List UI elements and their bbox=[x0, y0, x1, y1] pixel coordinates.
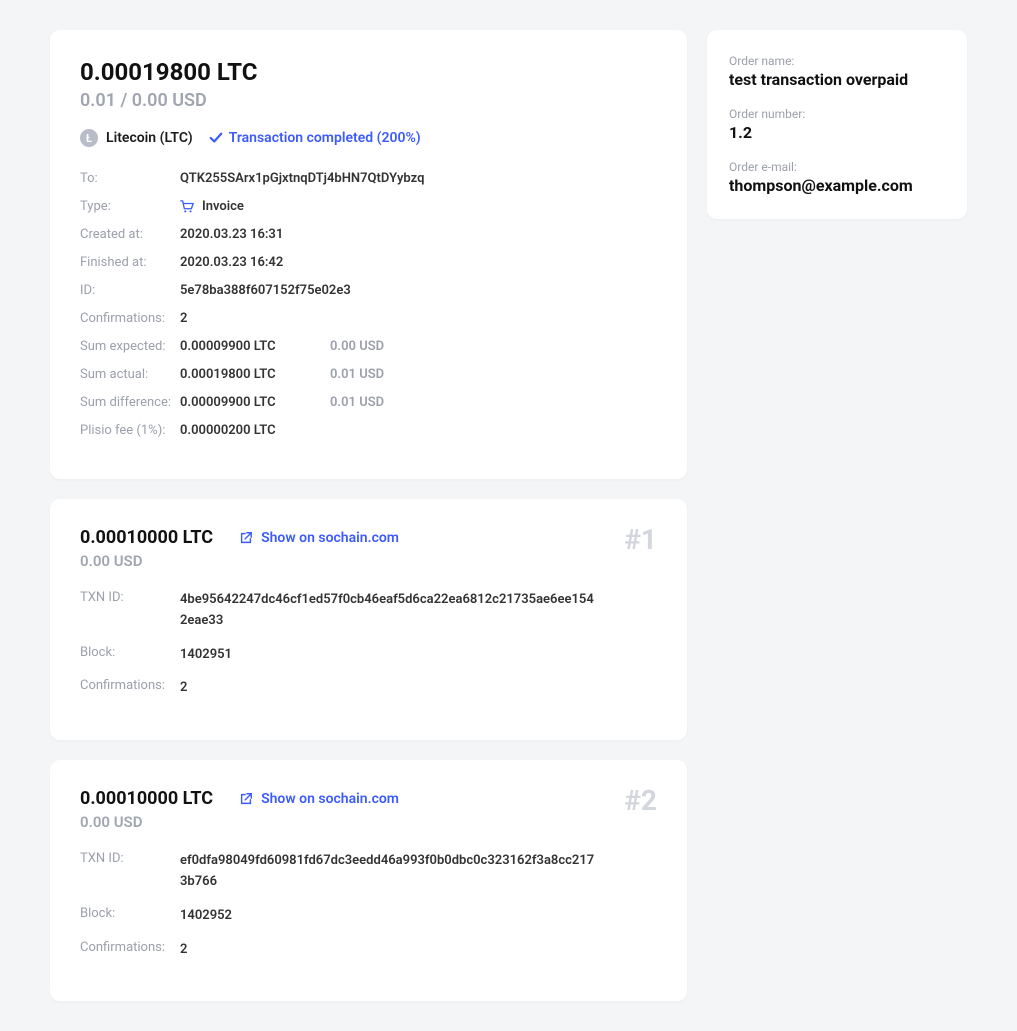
detail-row-confirmations: Confirmations: 2 bbox=[80, 311, 657, 326]
block-value: 1402951 bbox=[180, 645, 232, 666]
order-number-label: Order number: bbox=[729, 107, 945, 121]
type-value: Invoice bbox=[180, 199, 244, 214]
block-label: Block: bbox=[80, 906, 180, 921]
tx-amount: 0.00010000 LTC bbox=[80, 527, 213, 548]
sum-diff-label: Sum difference: bbox=[80, 395, 180, 410]
tx-detail-row-confirmations: Confirmations: 2 bbox=[80, 940, 657, 961]
sum-actual-ltc: 0.00019800 LTC bbox=[180, 367, 300, 382]
order-email-item: Order e-mail: thompson@example.com bbox=[729, 160, 945, 195]
tx-detail-row-confirmations: Confirmations: 2 bbox=[80, 678, 657, 699]
tx-number: #1 bbox=[624, 523, 657, 556]
litecoin-icon: Ł bbox=[80, 129, 98, 147]
tx-amount: 0.00010000 LTC bbox=[80, 788, 213, 809]
confirmations-value: 2 bbox=[180, 311, 187, 326]
block-label: Block: bbox=[80, 645, 180, 660]
order-name-label: Order name: bbox=[729, 54, 945, 68]
detail-row-sum-diff: Sum difference: 0.00009900 LTC 0.01 USD bbox=[80, 395, 657, 410]
order-email-value: thompson@example.com bbox=[729, 176, 945, 195]
sum-actual-usd: 0.01 USD bbox=[330, 367, 384, 382]
id-label: ID: bbox=[80, 283, 180, 298]
tx-usd: 0.00 USD bbox=[80, 552, 657, 570]
coin-info: Ł Litecoin (LTC) bbox=[80, 129, 193, 147]
order-email-label: Order e-mail: bbox=[729, 160, 945, 174]
coin-glyph: Ł bbox=[86, 132, 92, 145]
tx-confirmations-label: Confirmations: bbox=[80, 678, 180, 693]
status-text: Transaction completed (200%) bbox=[229, 130, 421, 146]
txn-id-label: TXN ID: bbox=[80, 590, 180, 605]
detail-row-id: ID: 5e78ba388f607152f75e02e3 bbox=[80, 283, 657, 298]
order-info-card: Order name: test transaction overpaid Or… bbox=[707, 30, 967, 219]
detail-row-fee: Plisio fee (1%): 0.00000200 LTC bbox=[80, 423, 657, 438]
sum-expected-label: Sum expected: bbox=[80, 339, 180, 354]
transaction-status: Transaction completed (200%) bbox=[209, 130, 421, 146]
tx-detail-row-txnid: TXN ID: ef0dfa98049fd60981fd67dc3eedd46a… bbox=[80, 851, 657, 893]
sum-diff-ltc: 0.00009900 LTC bbox=[180, 395, 300, 410]
tx-detail-row-block: Block: 1402952 bbox=[80, 906, 657, 927]
sum-diff-usd: 0.01 USD bbox=[330, 395, 384, 410]
finished-value: 2020.03.23 16:42 bbox=[180, 255, 283, 270]
detail-row-finished: Finished at: 2020.03.23 16:42 bbox=[80, 255, 657, 270]
order-name-item: Order name: test transaction overpaid bbox=[729, 54, 945, 89]
id-value: 5e78ba388f607152f75e02e3 bbox=[180, 283, 351, 298]
coin-name: Litecoin (LTC) bbox=[106, 130, 193, 146]
tx-detail-row-block: Block: 1402951 bbox=[80, 645, 657, 666]
txn-id-value: 4be95642247dc46cf1ed57f0cb46eaf5d6ca22ea… bbox=[180, 590, 600, 632]
order-number-value: 1.2 bbox=[729, 123, 945, 142]
type-text: Invoice bbox=[202, 199, 244, 214]
detail-row-created: Created at: 2020.03.23 16:31 bbox=[80, 227, 657, 242]
tx-detail-row-txnid: TXN ID: 4be95642247dc46cf1ed57f0cb46eaf5… bbox=[80, 590, 657, 632]
tx-usd: 0.00 USD bbox=[80, 813, 657, 831]
tx-number: #2 bbox=[624, 784, 657, 817]
transaction-card-2: #2 0.00010000 LTC Show on sochain.com 0.… bbox=[50, 760, 687, 1001]
tx-confirmations-label: Confirmations: bbox=[80, 940, 180, 955]
fee-label: Plisio fee (1%): bbox=[80, 423, 180, 438]
order-number-item: Order number: 1.2 bbox=[729, 107, 945, 142]
cart-icon bbox=[180, 200, 194, 214]
detail-row-sum-actual: Sum actual: 0.00019800 LTC 0.01 USD bbox=[80, 367, 657, 382]
detail-row-to: To: QTK255SArx1pGjxtnqDTj4bHN7QtDYybzq bbox=[80, 171, 657, 186]
detail-row-type: Type: Invoice bbox=[80, 199, 657, 214]
checkmark-icon bbox=[209, 131, 223, 145]
created-value: 2020.03.23 16:31 bbox=[180, 227, 283, 242]
external-link-icon bbox=[239, 531, 253, 545]
to-value: QTK255SArx1pGjxtnqDTj4bHN7QtDYybzq bbox=[180, 171, 424, 186]
transaction-card-1: #1 0.00010000 LTC Show on sochain.com 0.… bbox=[50, 499, 687, 740]
block-value: 1402952 bbox=[180, 906, 232, 927]
main-usd: 0.01 / 0.00 USD bbox=[80, 90, 657, 111]
txn-id-value: ef0dfa98049fd60981fd67dc3eedd46a993f0b0d… bbox=[180, 851, 600, 893]
main-amount: 0.00019800 LTC bbox=[80, 58, 657, 86]
tx-link-text: Show on sochain.com bbox=[261, 530, 399, 546]
type-label: Type: bbox=[80, 199, 180, 214]
txn-id-label: TXN ID: bbox=[80, 851, 180, 866]
tx-confirmations-value: 2 bbox=[180, 678, 187, 699]
external-link-icon bbox=[239, 792, 253, 806]
sum-expected-usd: 0.00 USD bbox=[330, 339, 384, 354]
transaction-summary-card: 0.00019800 LTC 0.01 / 0.00 USD Ł Litecoi… bbox=[50, 30, 687, 479]
sum-actual-label: Sum actual: bbox=[80, 367, 180, 382]
show-on-sochain-link[interactable]: Show on sochain.com bbox=[239, 791, 399, 807]
tx-confirmations-value: 2 bbox=[180, 940, 187, 961]
created-label: Created at: bbox=[80, 227, 180, 242]
confirmations-label: Confirmations: bbox=[80, 311, 180, 326]
sum-expected-ltc: 0.00009900 LTC bbox=[180, 339, 300, 354]
to-label: To: bbox=[80, 171, 180, 186]
finished-label: Finished at: bbox=[80, 255, 180, 270]
show-on-sochain-link[interactable]: Show on sochain.com bbox=[239, 530, 399, 546]
fee-value: 0.00000200 LTC bbox=[180, 423, 276, 438]
order-name-value: test transaction overpaid bbox=[729, 70, 945, 89]
tx-link-text: Show on sochain.com bbox=[261, 791, 399, 807]
detail-row-sum-expected: Sum expected: 0.00009900 LTC 0.00 USD bbox=[80, 339, 657, 354]
